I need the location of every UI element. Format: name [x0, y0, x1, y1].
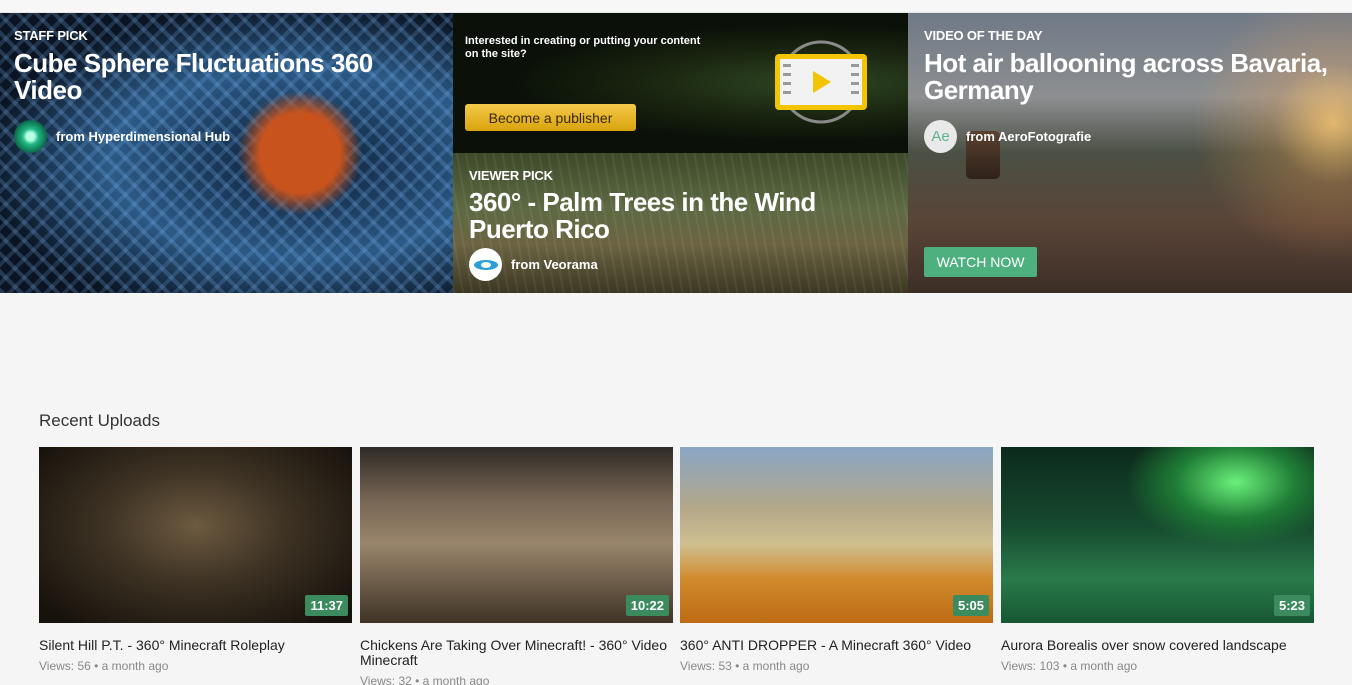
- featured-hero: STAFF PICK Cube Sphere Fluctuations 360 …: [0, 13, 1352, 293]
- votd-from[interactable]: from AeroFotografie: [966, 129, 1091, 144]
- duration-badge: 5:05: [952, 595, 989, 616]
- top-bar: [0, 0, 1352, 13]
- video-card[interactable]: 10:22 Chickens Are Taking Over Minecraft…: [360, 447, 673, 685]
- viewer-pick-title[interactable]: 360° - Palm Trees in the Wind Puerto Ric…: [469, 189, 889, 243]
- staff-pick-from[interactable]: from Hyperdimensional Hub: [56, 129, 230, 144]
- video-card[interactable]: 5:05 360° ANTI DROPPER - A Minecraft 360…: [680, 447, 993, 673]
- veorama-avatar: [469, 248, 502, 281]
- staff-pick-label: STAFF PICK: [14, 28, 88, 43]
- viewer-pick-publisher[interactable]: from Veorama: [469, 248, 598, 281]
- publisher-promo-text: Interested in creating or putting your c…: [465, 35, 701, 60]
- video-of-the-day-panel[interactable]: VIDEO OF THE DAY Hot air ballooning acro…: [908, 13, 1352, 293]
- video-meta: Views: 32 • a month ago: [360, 674, 490, 685]
- votd-title[interactable]: Hot air ballooning across Bavaria, Germa…: [924, 50, 1344, 104]
- video-thumbnail[interactable]: 11:37: [39, 447, 352, 623]
- votd-label: VIDEO OF THE DAY: [924, 28, 1043, 43]
- video-meta: Views: 56 • a month ago: [39, 659, 169, 673]
- video-file-icon: [775, 40, 867, 124]
- staff-pick-panel[interactable]: STAFF PICK Cube Sphere Fluctuations 360 …: [0, 13, 453, 293]
- watch-now-button[interactable]: WATCH NOW: [924, 247, 1037, 277]
- staff-pick-publisher[interactable]: from Hyperdimensional Hub: [14, 120, 230, 153]
- video-thumbnail[interactable]: 5:05: [680, 447, 993, 623]
- video-title[interactable]: Silent Hill P.T. - 360° Minecraft Rolepl…: [39, 638, 352, 653]
- video-card[interactable]: 5:23 Aurora Borealis over snow covered l…: [1001, 447, 1314, 673]
- viewer-pick-panel[interactable]: VIEWER PICK 360° - Palm Trees in the Win…: [453, 153, 908, 293]
- video-thumbnail[interactable]: 5:23: [1001, 447, 1314, 623]
- become-publisher-button[interactable]: Become a publisher: [465, 104, 636, 131]
- recent-uploads-heading: Recent Uploads: [39, 411, 160, 430]
- video-card[interactable]: 11:37 Silent Hill P.T. - 360° Minecraft …: [39, 447, 352, 673]
- duration-badge: 5:23: [1273, 595, 1310, 616]
- veorama-logo-icon: [473, 259, 498, 270]
- aerofotografie-avatar: Ae: [924, 120, 957, 153]
- duration-badge: 10:22: [625, 595, 669, 616]
- publisher-avatar: [14, 120, 47, 153]
- votd-publisher[interactable]: Ae from AeroFotografie: [924, 120, 1091, 153]
- video-thumbnail[interactable]: 10:22: [360, 447, 673, 623]
- video-title[interactable]: 360° ANTI DROPPER - A Minecraft 360° Vid…: [680, 638, 993, 653]
- video-meta: Views: 53 • a month ago: [680, 659, 810, 673]
- viewer-pick-label: VIEWER PICK: [469, 168, 553, 183]
- viewer-pick-from[interactable]: from Veorama: [511, 257, 598, 272]
- video-meta: Views: 103 • a month ago: [1001, 659, 1138, 673]
- duration-badge: 11:37: [305, 595, 348, 616]
- publisher-promo-panel: Interested in creating or putting your c…: [453, 13, 908, 153]
- staff-pick-title[interactable]: Cube Sphere Fluctuations 360 Video: [14, 50, 424, 104]
- video-title[interactable]: Chickens Are Taking Over Minecraft! - 36…: [360, 638, 673, 668]
- video-title[interactable]: Aurora Borealis over snow covered landsc…: [1001, 638, 1314, 653]
